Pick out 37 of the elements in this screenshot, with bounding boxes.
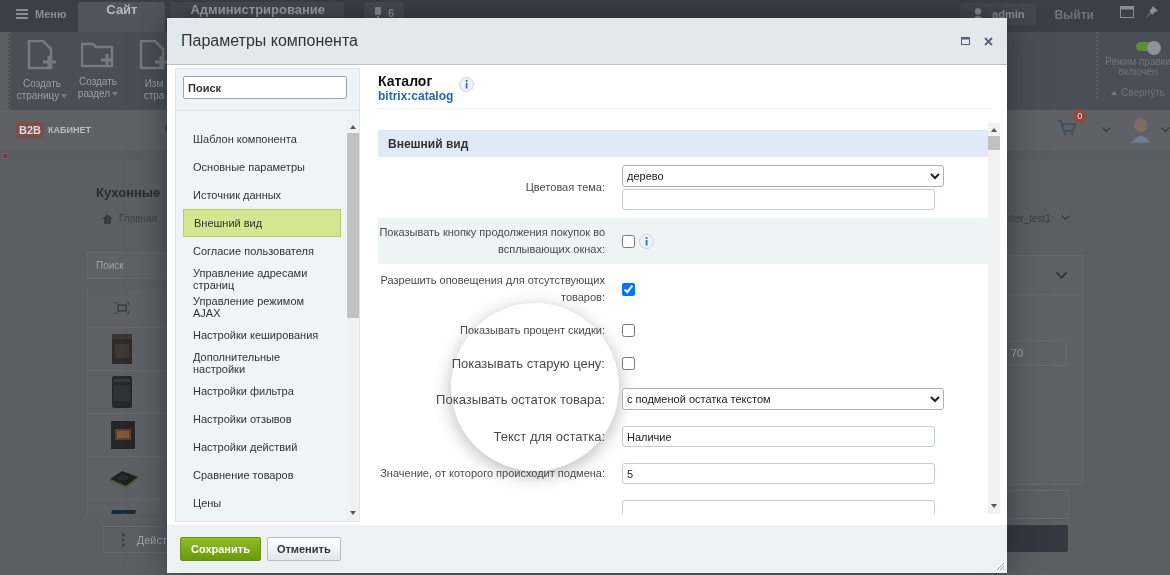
nav-item[interactable]: Внешний вид xyxy=(183,209,341,237)
nav-item[interactable]: Управление режимом AJAX xyxy=(183,293,341,321)
nav-item[interactable]: Настройки отзывов xyxy=(183,405,341,433)
nav-item[interactable]: Управление адресами страниц xyxy=(183,265,341,293)
cart-count-badge: 0 xyxy=(1072,109,1087,123)
input-field[interactable]: 5 xyxy=(622,463,935,484)
input-field[interactable]: Наличие xyxy=(622,426,935,447)
field-label: Текст для остатка: xyxy=(492,428,605,445)
dialog-title: Параметры компонента xyxy=(181,32,359,50)
nav-item[interactable]: Шаблон компонента xyxy=(183,125,341,153)
cancel-button[interactable]: Отменить xyxy=(266,537,341,561)
nav-item[interactable]: Настройки фильтра xyxy=(183,377,341,405)
field-label: Цветовая тема: xyxy=(524,180,605,195)
nav-item[interactable]: Настройки действий xyxy=(183,433,341,461)
nav-item[interactable]: Источник данных xyxy=(183,181,341,209)
field-label: Показывать старую цену: xyxy=(450,355,605,372)
logo: B2B xyxy=(16,122,44,138)
field-label: Значение, от которого происходит подмена: xyxy=(379,466,605,481)
nav-item[interactable]: Дополнительные настройки xyxy=(183,349,341,377)
field-label: Показывать кнопку продолжения покупок во всплывающих окнах: xyxy=(378,225,605,257)
search-field[interactable]: Поиск xyxy=(183,76,347,99)
dropdown[interactable]: дерево xyxy=(622,165,944,187)
nav-item[interactable]: Сравнение товаров xyxy=(183,461,341,489)
search-field[interactable]: Поиск xyxy=(87,252,167,279)
field-label: Показывать процент скидки: xyxy=(459,323,605,338)
nav-item[interactable]: Основные параметры xyxy=(183,153,341,181)
field-label: Показывать остаток товара: xyxy=(435,390,605,408)
dropdown[interactable]: с подменой остатка текстом xyxy=(622,388,944,410)
nav-item[interactable]: Согласие пользователя xyxy=(183,237,341,265)
component-code: bitrix:catalog xyxy=(378,89,454,103)
tab[interactable]: Сайт xyxy=(78,2,166,32)
nav-item[interactable]: Настройки кеширования xyxy=(183,321,341,349)
field-label: Разрешить оповещения для отсутствующих товаров: xyxy=(379,273,605,305)
component-name: Каталог xyxy=(378,73,434,89)
nav-item[interactable]: Цены xyxy=(183,489,341,517)
section-header: Внешний вид xyxy=(378,130,988,157)
logo-caption: КАБИНЕТ xyxy=(48,125,91,135)
